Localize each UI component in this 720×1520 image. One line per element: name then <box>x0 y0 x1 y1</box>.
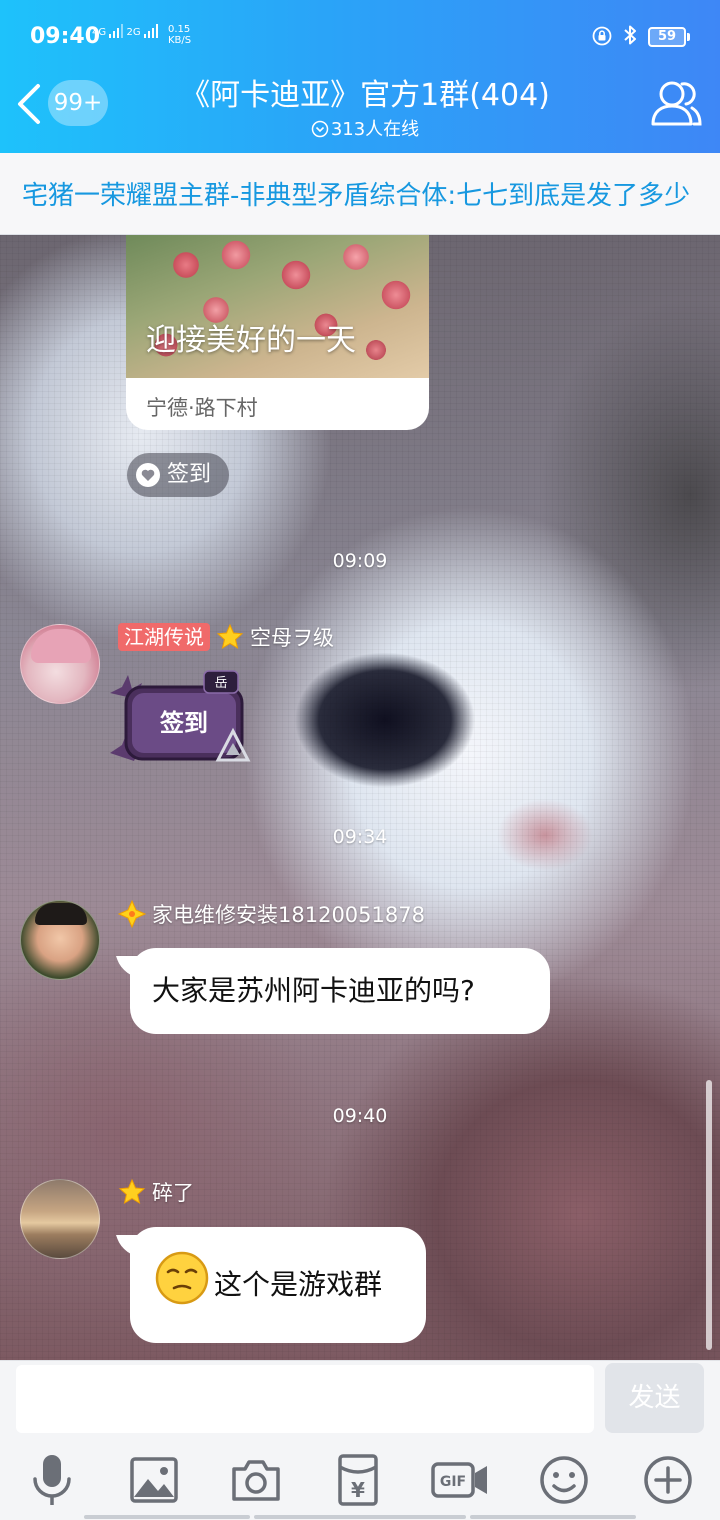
emoji-button[interactable] <box>534 1451 594 1509</box>
sender-meta: 碎了 <box>118 1177 194 1207</box>
sticker-text: 签到 <box>159 709 208 737</box>
checkin-label: 签到 <box>167 462 212 487</box>
plus-icon <box>644 1456 692 1504</box>
message-bubble[interactable]: 这个是游戏群 <box>130 1227 426 1343</box>
signal-icon-1 <box>109 24 124 38</box>
speed-value: 0.15 <box>168 24 191 35</box>
avatar[interactable] <box>20 1179 100 1259</box>
camera-button[interactable] <box>226 1451 286 1509</box>
microphone-icon <box>33 1455 71 1505</box>
signal-icon-2 <box>143 24 158 38</box>
notice-marquee[interactable]: 宅猪一荣耀盟主群-非典型矛盾综合体:七七到底是发了多少 <box>0 153 720 235</box>
unread-count-badge[interactable]: 99+ <box>48 80 108 126</box>
chat-messages-area[interactable]: 迎接美好的一天 宁德·路下村 签到 09:09 江湖传说 空母ヲ级 岳 签到 0… <box>0 235 720 1360</box>
group-title[interactable]: 《阿卡迪亚》官方1群(404) <box>150 70 580 114</box>
svg-text:¥: ¥ <box>351 1478 365 1502</box>
more-button[interactable] <box>638 1451 698 1509</box>
sender-meta: 家电维修安装18120051878 <box>118 899 425 929</box>
nav-indicator <box>470 1515 636 1519</box>
rotation-lock-icon <box>592 26 612 46</box>
input-bar: 发送 ¥ GIF <box>0 1360 720 1520</box>
gif-button[interactable]: GIF <box>430 1451 490 1509</box>
level-star-icon <box>216 623 244 650</box>
input-toolbar: ¥ GIF <box>0 1451 720 1513</box>
network-indicator: 4G 2G <box>92 24 158 38</box>
image-button[interactable] <box>124 1451 184 1509</box>
battery-indicator: 59 <box>648 27 690 47</box>
nav-indicator <box>254 1515 466 1519</box>
timestamp: 09:40 <box>332 1105 388 1127</box>
red-packet-icon: ¥ <box>338 1454 378 1506</box>
chat-header: 09:40 4G 2G 0.15 KB/S 59 99+ 《阿卡迪亚》官方1群(… <box>0 0 720 153</box>
chat-scrollbar[interactable] <box>706 1080 712 1350</box>
image-icon <box>130 1457 178 1503</box>
send-button[interactable]: 发送 <box>605 1363 704 1433</box>
sender-meta: 江湖传说 空母ヲ级 <box>118 622 334 652</box>
gif-icon: GIF <box>431 1462 487 1498</box>
chevron-down-icon <box>311 120 329 138</box>
message-bubble[interactable]: 大家是苏州阿卡迪亚的吗? <box>130 948 550 1034</box>
avatar[interactable] <box>20 624 100 704</box>
sticker-badge: 岳 <box>214 676 227 691</box>
online-count-text: 313人在线 <box>330 119 420 140</box>
timestamp: 09:09 <box>332 550 388 572</box>
online-count[interactable]: 313人在线 <box>250 115 480 141</box>
sender-nickname[interactable]: 空母ヲ级 <box>250 622 334 652</box>
sender-nickname[interactable]: 家电维修安装18120051878 <box>152 899 425 929</box>
smirk-emoji-icon <box>155 1251 209 1305</box>
level-diamond-icon <box>118 900 146 928</box>
emoji-icon <box>540 1456 588 1504</box>
title-tag: 江湖传说 <box>118 623 210 651</box>
voice-button[interactable] <box>22 1451 82 1509</box>
card-location: 宁德·路下村 <box>146 396 258 420</box>
heart-icon <box>136 463 160 487</box>
avatar[interactable] <box>20 900 100 980</box>
back-arrow-icon[interactable] <box>14 82 44 126</box>
speed-unit: KB/S <box>168 35 192 46</box>
message-text: 大家是苏州阿卡迪亚的吗? <box>152 974 475 1007</box>
net-4g-label: 4G <box>92 27 107 38</box>
timestamp: 09:34 <box>332 826 388 848</box>
group-members-icon[interactable] <box>650 78 702 128</box>
camera-icon <box>232 1460 280 1501</box>
card-caption: 迎接美好的一天 <box>146 323 356 358</box>
level-star-icon <box>118 1178 146 1205</box>
checkin-sticker[interactable]: 岳 签到 <box>108 665 258 775</box>
status-time: 09:40 <box>30 24 101 49</box>
red-packet-button[interactable]: ¥ <box>328 1451 388 1509</box>
net-2g-label: 2G <box>126 27 141 38</box>
svg-text:GIF: GIF <box>440 1474 466 1490</box>
checkin-card[interactable]: 迎接美好的一天 宁德·路下村 <box>126 235 429 430</box>
status-bar: 09:40 4G 2G 0.15 KB/S 59 <box>0 0 720 72</box>
network-speed: 0.15 KB/S <box>168 24 191 46</box>
nav-indicator <box>84 1515 250 1519</box>
notice-text: 宅猪一荣耀盟主群-非典型矛盾综合体:七七到底是发了多少 <box>22 181 691 211</box>
message-text: 这个是游戏群 <box>214 1268 383 1301</box>
sender-nickname[interactable]: 碎了 <box>152 1177 194 1207</box>
bluetooth-icon <box>624 25 636 45</box>
message-input[interactable] <box>16 1365 594 1433</box>
checkin-pill[interactable]: 签到 <box>127 453 230 497</box>
